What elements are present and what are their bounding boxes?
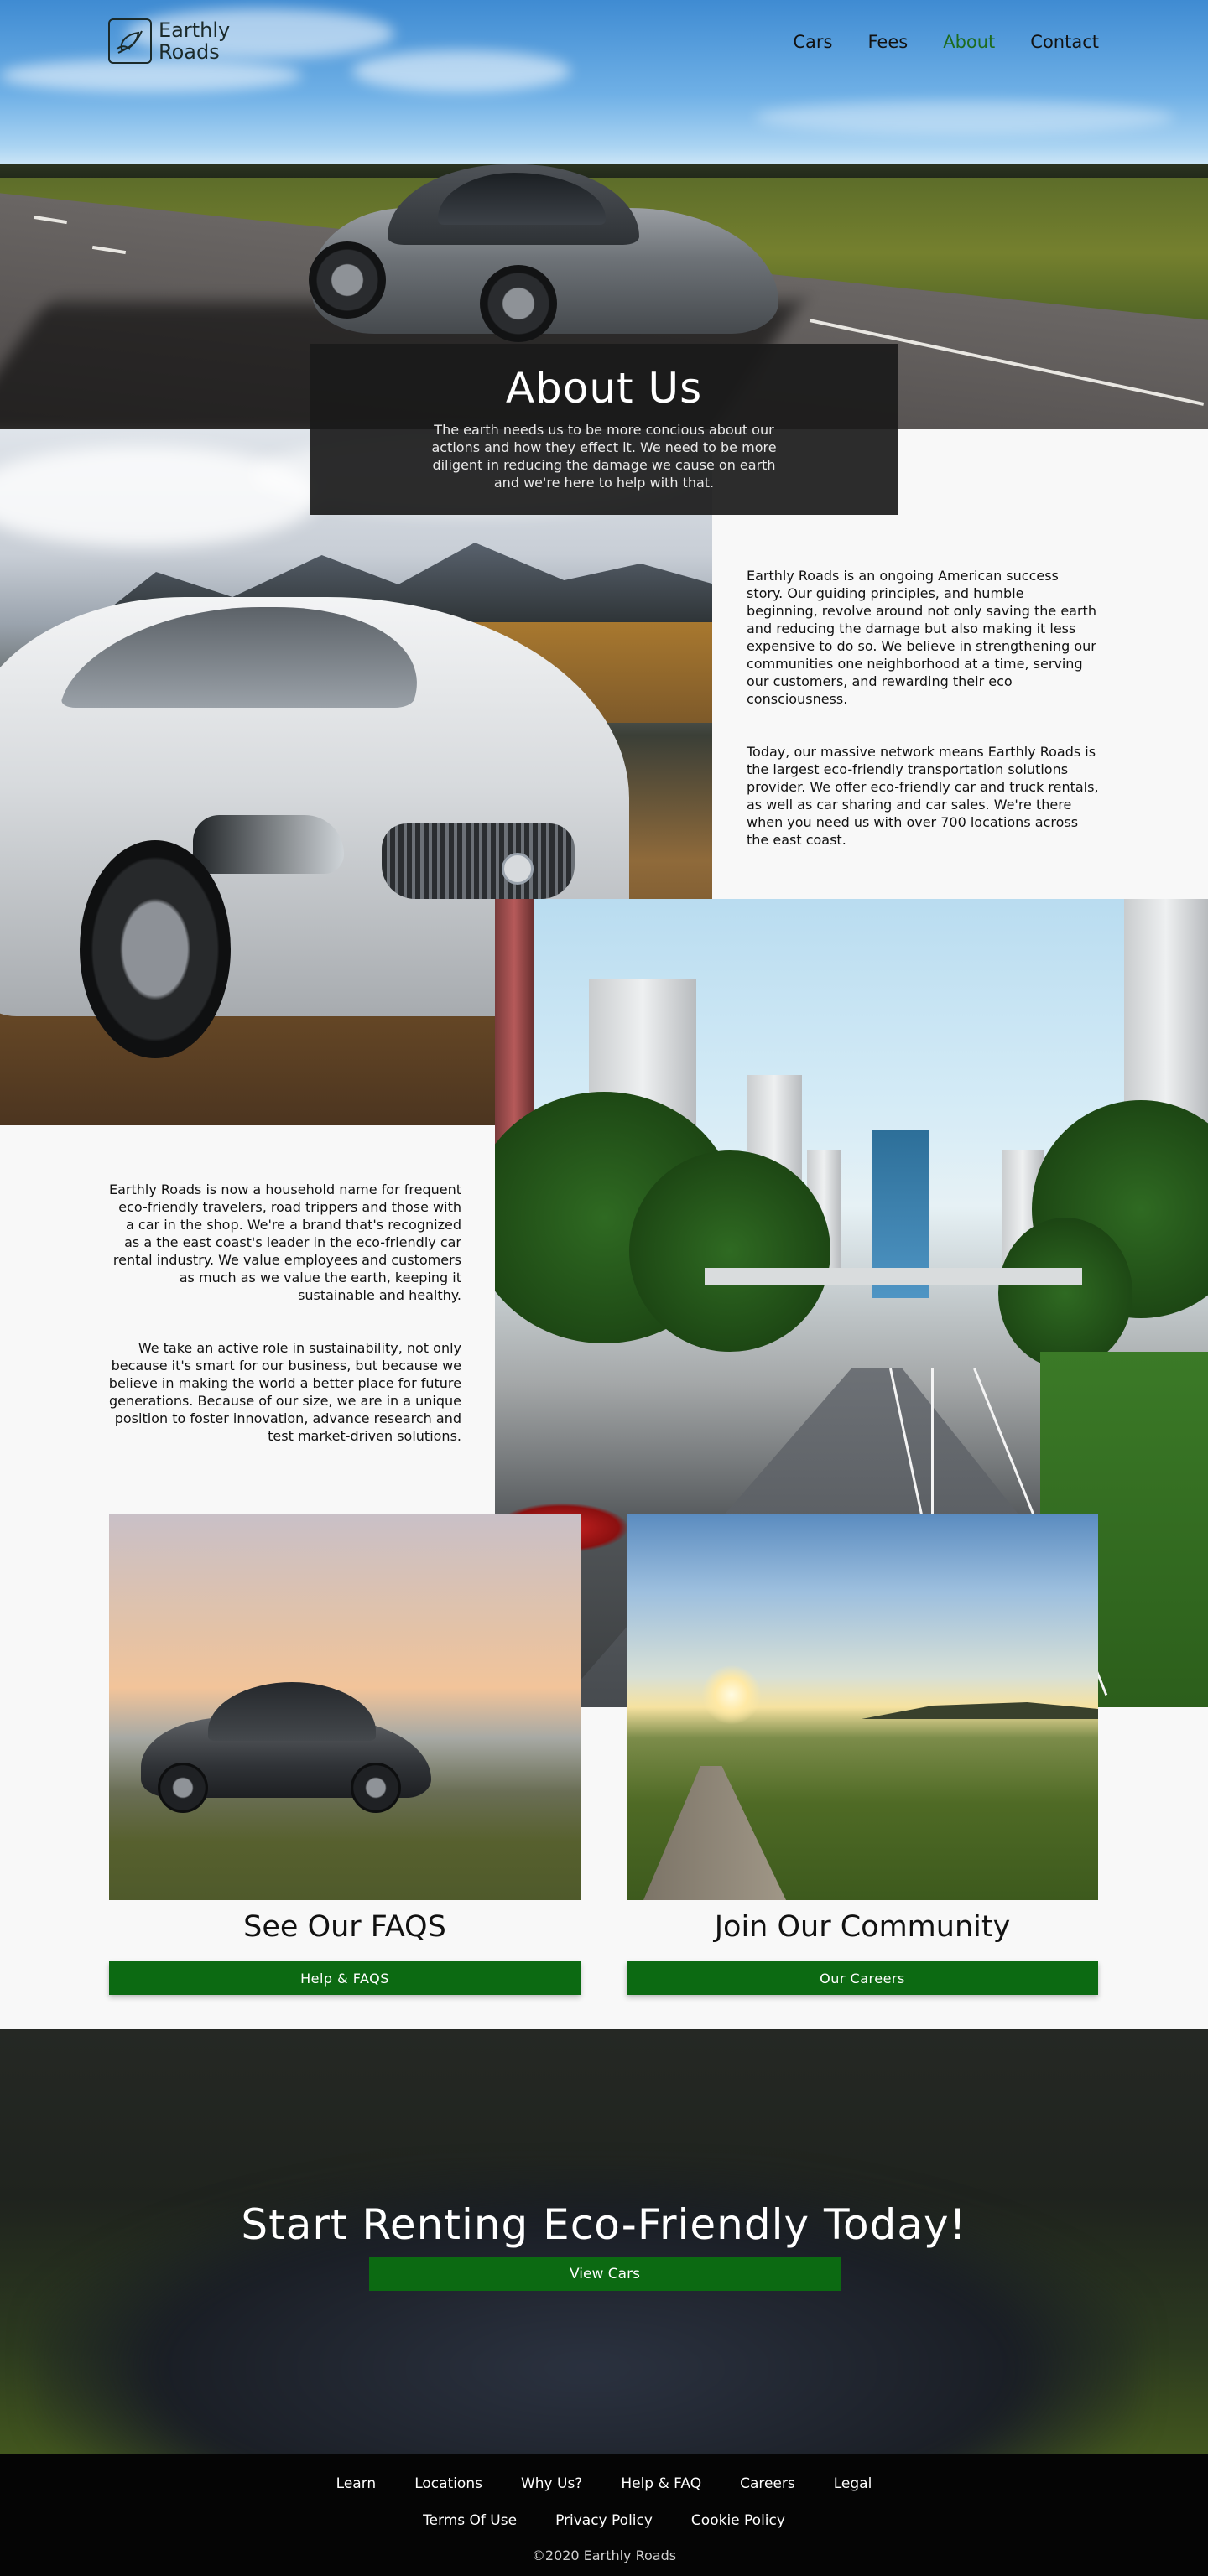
footer-links-secondary: Terms Of Use Privacy Policy Cookie Polic… (0, 2512, 1208, 2529)
sun-glow (702, 1665, 761, 1724)
footer-link-locations[interactable]: Locations (414, 2475, 482, 2492)
footer-link-learn[interactable]: Learn (336, 2475, 377, 2492)
copyright-text: ©2020 Earthly Roads (531, 2547, 677, 2563)
brand-line-1: Earthly (159, 18, 231, 42)
nav-contact[interactable]: Contact (1030, 32, 1099, 52)
brand-name: Earthly Roads (159, 19, 230, 63)
footer-link-careers[interactable]: Careers (740, 2475, 795, 2492)
footer-link-terms[interactable]: Terms Of Use (423, 2512, 517, 2529)
footer-link-privacy[interactable]: Privacy Policy (555, 2512, 653, 2529)
page-title: About Us (505, 364, 703, 413)
story-paragraph: Today, our massive network means Earthly… (747, 744, 1099, 848)
cta-title: Start Renting Eco-Friendly Today! (241, 2200, 967, 2249)
story-paragraph: Earthly Roads is now a household name fo… (108, 1182, 461, 1303)
cta-banner: Start Renting Eco-Friendly Today! View C… (0, 2029, 1208, 2454)
story-paragraph: Earthly Roads is an ongoing American suc… (747, 568, 1096, 707)
help-faqs-button[interactable]: Help & FAQS (109, 1961, 581, 1995)
community-card-title: Join Our Community (714, 1910, 1011, 1944)
footer-link-help-faq[interactable]: Help & FAQ (621, 2475, 701, 2492)
story-paragraph: We take an active role in sustainability… (108, 1340, 461, 1444)
about-us-panel: About Us The earth needs us to be more c… (310, 344, 898, 515)
sky-cloud (352, 50, 570, 92)
about-intro-text: The earth needs us to be more concious a… (431, 422, 777, 491)
sky-cloud (755, 101, 1174, 134)
nav-cars[interactable]: Cars (793, 32, 832, 52)
community-card-image (627, 1514, 1098, 1900)
brand-logo[interactable]: Earthly Roads (108, 18, 230, 64)
story-block-1: Earthly Roads is an ongoing American suc… (747, 567, 1099, 884)
footer-link-legal[interactable]: Legal (834, 2475, 872, 2492)
sky-cloud (0, 59, 302, 92)
footer-link-cookies[interactable]: Cookie Policy (691, 2512, 785, 2529)
faq-card-title: See Our FAQS (243, 1910, 446, 1944)
footer-link-why-us[interactable]: Why Us? (521, 2475, 582, 2492)
main-nav: Cars Fees About Contact (793, 32, 1099, 52)
faq-card-image (109, 1514, 581, 1900)
sedan-car-illustration (141, 1682, 431, 1813)
brand-line-2: Roads (159, 40, 220, 64)
nav-about[interactable]: About (943, 32, 995, 52)
footer-links-primary: Learn Locations Why Us? Help & FAQ Caree… (0, 2475, 1208, 2492)
our-careers-button[interactable]: Our Careers (627, 1961, 1098, 1995)
nav-fees[interactable]: Fees (867, 32, 908, 52)
hero-car-image (309, 164, 778, 344)
view-cars-button[interactable]: View Cars (369, 2257, 841, 2291)
leaf-icon (108, 18, 152, 64)
site-footer: Learn Locations Why Us? Help & FAQ Caree… (0, 2454, 1208, 2576)
story-block-2: Earthly Roads is now a household name fo… (107, 1181, 461, 1480)
